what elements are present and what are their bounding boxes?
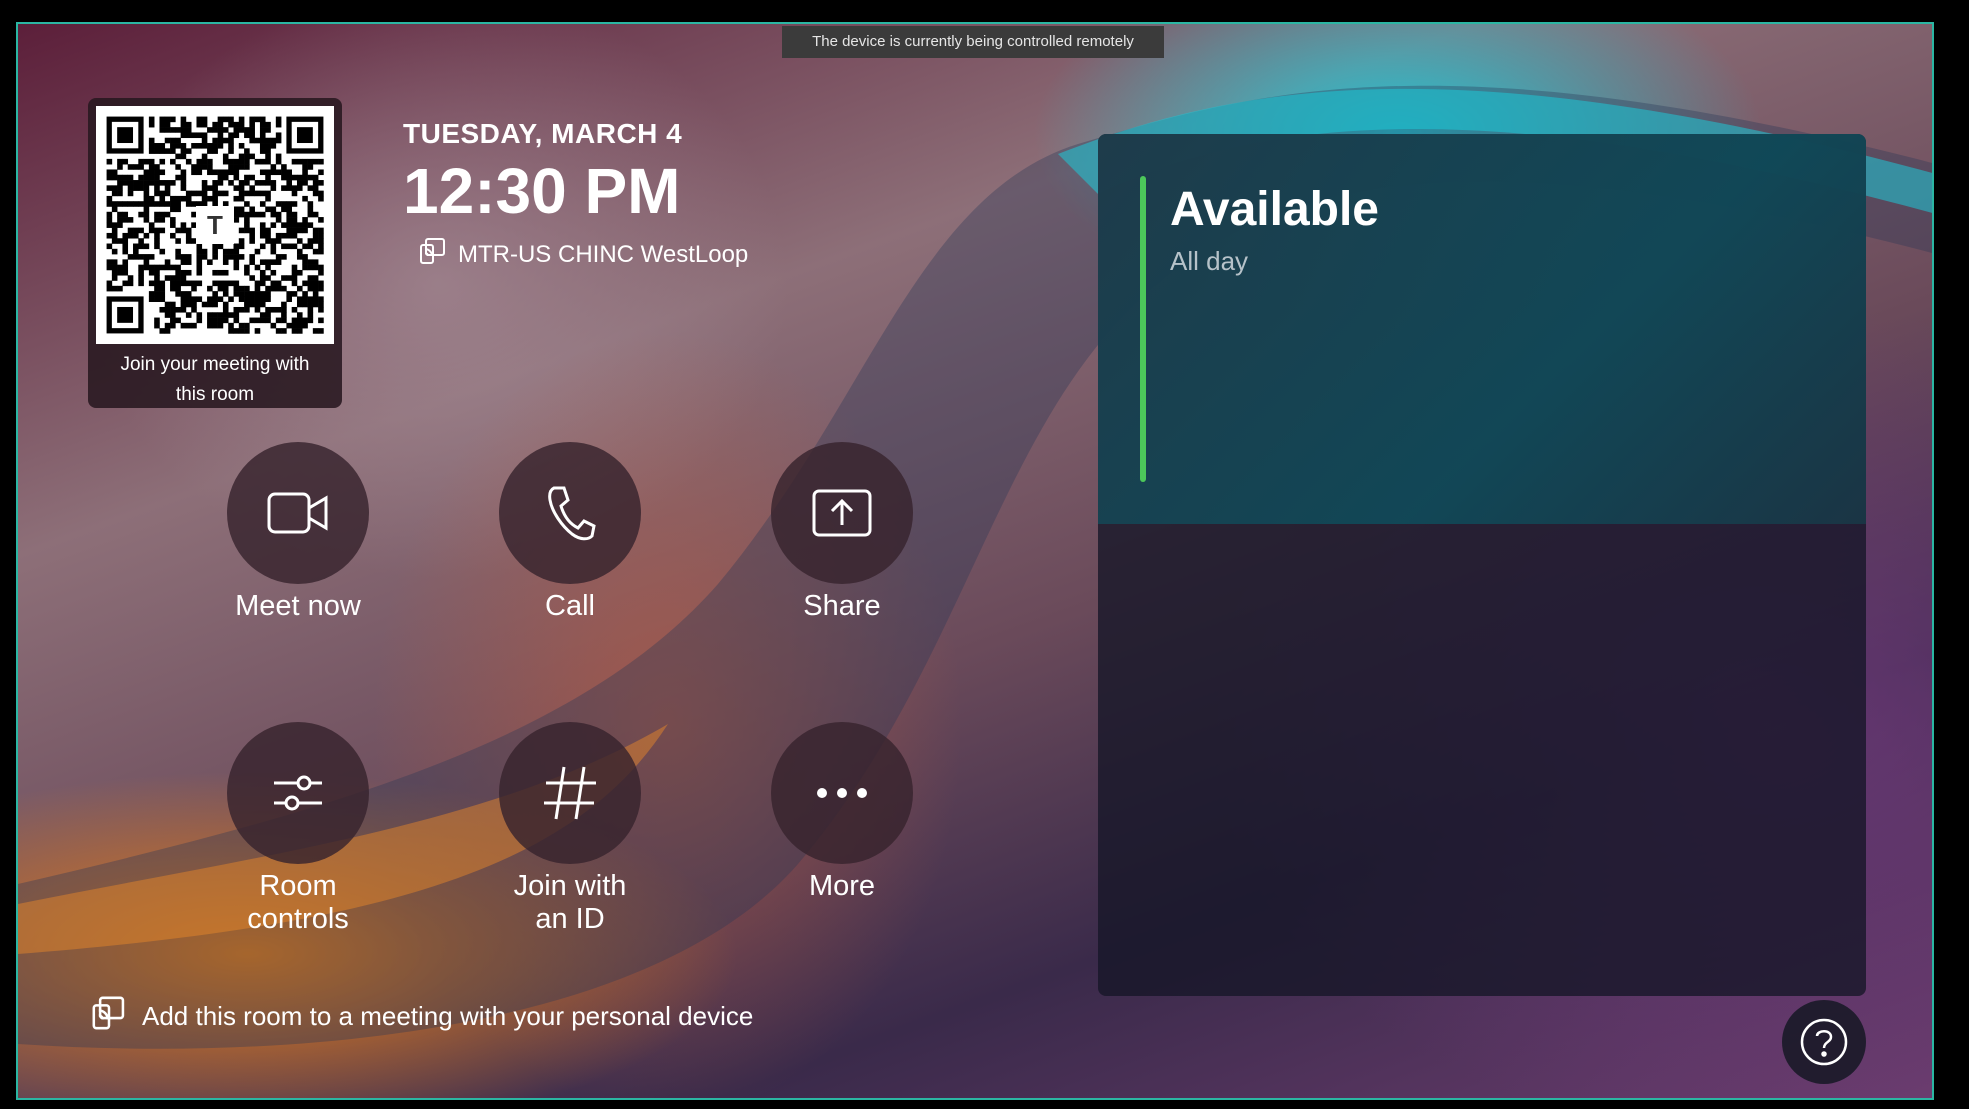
availability-card[interactable]: Available All day xyxy=(1098,134,1866,524)
availability-duration: All day xyxy=(1170,246,1249,276)
share-screen-icon xyxy=(812,489,872,537)
cast-device-icon xyxy=(90,994,128,1039)
current-time: 12:30 PM xyxy=(403,155,681,227)
meet-now-circle[interactable] xyxy=(227,442,369,584)
join-with-id-circle[interactable] xyxy=(499,722,641,864)
room-controls-button[interactable]: Room controls xyxy=(198,722,398,936)
help-question-icon xyxy=(1800,1018,1848,1066)
qr-join-card[interactable]: T Join your meeting with this room xyxy=(88,98,342,408)
more-dots-icon xyxy=(817,788,867,798)
share-button[interactable]: Share xyxy=(742,442,942,623)
cast-device-icon xyxy=(418,236,448,273)
add-room-link[interactable]: Add this room to a meeting with your per… xyxy=(90,994,753,1039)
more-label: More xyxy=(808,870,876,902)
room-name-label: MTR-US CHINC WestLoop xyxy=(458,240,749,268)
room-controls-circle[interactable] xyxy=(227,722,369,864)
teams-room-screen: The device is currently being controlled… xyxy=(16,22,1934,1100)
more-circle[interactable] xyxy=(771,722,913,864)
teams-logo-letter: T xyxy=(207,210,223,240)
call-label: Call xyxy=(545,590,595,622)
share-circle[interactable] xyxy=(771,442,913,584)
qr-caption-line2: this room xyxy=(175,384,255,405)
join-with-id-line1: Join with xyxy=(513,870,627,902)
availability-indicator xyxy=(1140,176,1146,482)
qr-code-icon: T xyxy=(96,106,334,344)
help-button[interactable] xyxy=(1782,1000,1866,1084)
current-date: TUESDAY, MARCH 4 xyxy=(403,118,683,149)
qr-caption: Join your meeting with this room xyxy=(94,350,336,410)
more-button[interactable]: More xyxy=(742,722,942,903)
qr-caption-line1: Join your meeting with xyxy=(120,354,310,375)
calendar-panel: Available All day xyxy=(1098,134,1866,996)
room-controls-line2: controls xyxy=(247,903,349,935)
join-with-id-button[interactable]: Join with an ID xyxy=(470,722,670,936)
availability-status: Available xyxy=(1170,183,1379,236)
add-room-label: Add this room to a meeting with your per… xyxy=(142,1001,754,1031)
share-label: Share xyxy=(803,590,881,622)
join-with-id-label: Join with an ID xyxy=(470,870,670,936)
room-name-row: MTR-US CHINC WestLoop xyxy=(418,236,748,273)
call-circle[interactable] xyxy=(499,442,641,584)
room-controls-line1: Room xyxy=(259,870,337,902)
room-controls-label: Room controls xyxy=(198,870,398,936)
stage: The device is currently being controlled… xyxy=(0,0,1969,1109)
remote-control-banner: The device is currently being controlled… xyxy=(782,26,1164,58)
meet-now-label: Meet now xyxy=(235,590,361,622)
join-with-id-line2: an ID xyxy=(535,903,605,935)
hash-icon xyxy=(544,766,596,820)
call-button[interactable]: Call xyxy=(470,442,670,623)
video-camera-icon xyxy=(267,492,328,534)
sliders-icon xyxy=(274,775,322,811)
phone-icon xyxy=(548,486,596,541)
meet-now-button[interactable]: Meet now xyxy=(198,442,398,623)
